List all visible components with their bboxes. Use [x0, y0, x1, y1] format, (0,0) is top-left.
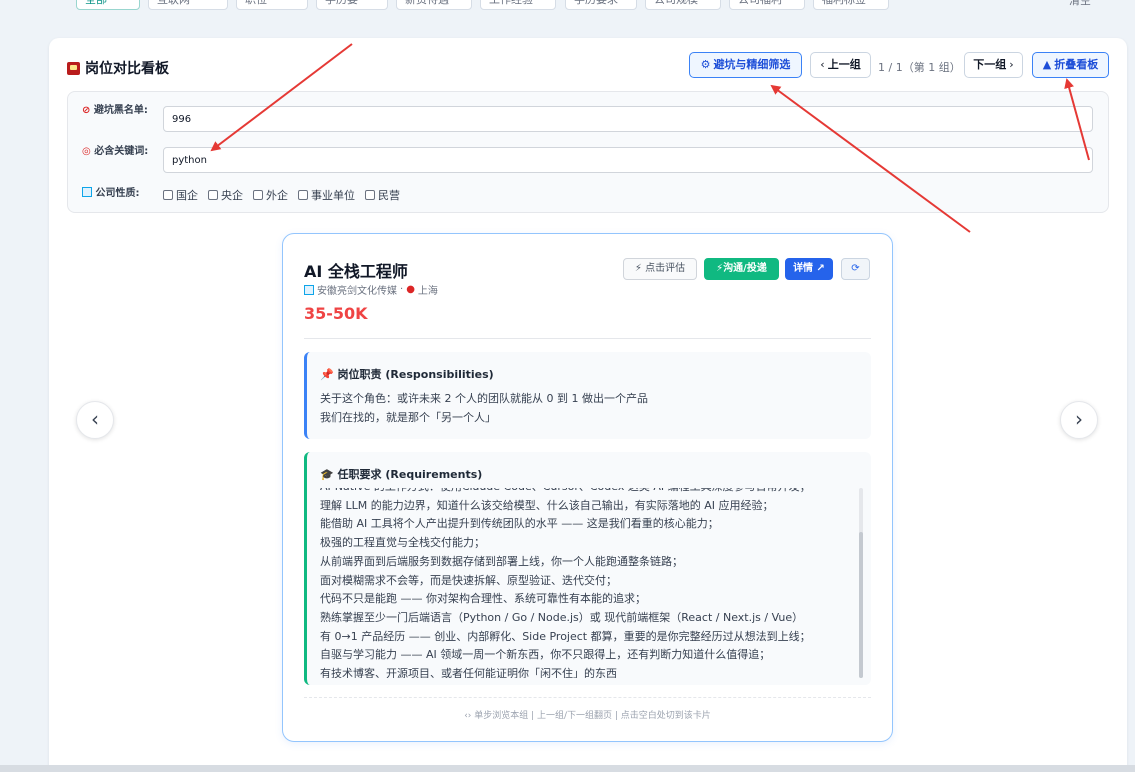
board-title-text: 岗位对比看板 [85, 61, 169, 77]
pitfall-filter-label: 避坑与精细筛选 [713, 58, 791, 71]
keyword-input[interactable] [163, 147, 1093, 173]
top-chip-benefits[interactable]: 公司福利 [729, 0, 805, 10]
blacklist-input[interactable] [163, 106, 1093, 132]
chevron-right-icon: › [1075, 407, 1083, 431]
checkbox[interactable] [163, 190, 173, 200]
prev-group-label: 上一组 [827, 58, 861, 71]
next-group-button[interactable]: 下一组 › [964, 52, 1023, 78]
chevron-left-icon: ‹ [820, 58, 825, 71]
type-option-foreign[interactable]: 外企 [253, 187, 288, 203]
chevron-right-icon: › [1009, 58, 1014, 71]
checkbox[interactable] [253, 190, 263, 200]
next-card-arrow[interactable]: › [1060, 401, 1098, 439]
requirement-line: AI-Native 的工作方式：使用Claude Code、Cursor、Cod… [320, 488, 811, 497]
top-chip-position[interactable]: 职位 [236, 0, 308, 10]
triangle-up-icon: ▲ [1042, 58, 1052, 71]
board-icon [67, 61, 80, 75]
company-name: 安徽亮剑文化传媒 [317, 286, 397, 297]
company-type-options: 国企 央企 外企 事业单位 民营 [163, 187, 400, 203]
requirement-line: 熟练掌握至少一门后端语言（Python / Go / Node.js）或 现代前… [320, 610, 804, 624]
scrollbar-thumb[interactable] [859, 532, 863, 678]
requirement-line: 代码不只是能跑 —— 你对架构合理性、系统可靠性有本能的追求； [320, 592, 646, 606]
card-footer-hint: ‹› 单步浏览本组 | 上一组/下一组翻页 | 点击空白处切到该卡片 [304, 697, 871, 721]
requirements-scrollbar[interactable] [859, 488, 863, 678]
collapse-board-button[interactable]: ▲ 折叠看板 [1032, 52, 1109, 78]
checkbox[interactable] [208, 190, 218, 200]
filter-panel: ⊘ 避坑黑名单: ◎ 必含关键词: 公司性质: 国企 央企 外企 事业单位 民营 [67, 91, 1109, 213]
page-indicator: 1 / 1（第 1 组） [878, 61, 961, 74]
company-type-label: 公司性质: [82, 187, 162, 201]
target-icon: ◎ [82, 146, 91, 157]
requirement-line: 有 0→1 产品经历 —— 创业、内部孵化、Side Project 都算，重要… [320, 629, 811, 643]
evaluate-button[interactable]: ⚡ 点击评估 [623, 258, 697, 280]
card-divider [304, 338, 871, 339]
graduation-cap-icon: 🎓 [320, 468, 334, 481]
top-chip-tags[interactable]: 福利标签 [813, 0, 889, 10]
responsibilities-section: 📌 岗位职责 (Responsibilities) 关于这个角色：或许未来 2 … [304, 352, 871, 439]
prev-card-arrow[interactable]: ‹ [76, 401, 114, 439]
keyword-label: ◎ 必含关键词: [82, 146, 149, 157]
requirements-list: AI-Native 的工作方式：使用Claude Code、Cursor、Cod… [320, 488, 811, 678]
prohibited-icon: ⊘ [82, 105, 91, 116]
pitfall-filter-button[interactable]: ⚙ 避坑与精细筛选 [689, 52, 802, 78]
next-group-label: 下一组 [973, 58, 1007, 71]
requirements-section: 🎓 任职要求 (Requirements) AI-Native 的工作方式：使用… [304, 452, 871, 685]
top-chip-internet[interactable]: 互联网 [148, 0, 228, 10]
top-chip-all[interactable]: 全部 [76, 0, 140, 10]
apply-button[interactable]: ⚡沟通/投递 [704, 258, 779, 280]
top-filter-strip: 全部 互联网 职位 学历要 薪资待遇 工作经验 学历要求 公司规模 公司福利 福… [0, 0, 1135, 14]
building-icon [82, 187, 92, 197]
requirement-line: 能借助 AI 工具将个人产出提升到传统团队的水平 —— 这是我们看重的核心能力； [320, 517, 719, 531]
type-option-soe[interactable]: 国企 [163, 187, 198, 203]
pin-icon: ● [406, 284, 415, 295]
top-chip-scale[interactable]: 公司规模 [645, 0, 721, 10]
gear-icon: ⚙ [700, 58, 711, 71]
checkbox[interactable] [365, 190, 375, 200]
horizontal-scrollbar[interactable] [0, 765, 1135, 772]
refresh-icon: ⟳ [851, 263, 860, 274]
responsibility-line: 关于这个角色：或许未来 2 个人的团队就能从 0 到 1 做出一个产品 [320, 392, 648, 405]
top-chip-salary[interactable]: 薪资待遇 [396, 0, 472, 10]
pushpin-icon: 📌 [320, 368, 334, 381]
blacklist-label: ⊘ 避坑黑名单: [82, 105, 148, 116]
requirement-line: 有技术博客、开源项目、或者任何能证明你「闲不住」的东西 [320, 667, 617, 678]
requirement-line: 自驱与学习能力 —— AI 领域一周一个新东西，你不只跟得上，还有判断力知道什么… [320, 648, 771, 662]
requirement-line: 理解 LLM 的能力边界，知道什么该交给模型、什么该自己输出，有实际落地的 AI… [320, 498, 774, 512]
top-chip-experience[interactable]: 工作经验 [480, 0, 556, 10]
requirement-line: 极强的工程直觉与全栈交付能力； [320, 536, 485, 550]
meta-separator: · [400, 284, 404, 295]
responsibility-line: 我们在找的，就是那个「另一个人」 [320, 411, 496, 424]
requirements-heading: 🎓 任职要求 (Requirements) [320, 468, 483, 481]
board-title: 岗位对比看板 [67, 58, 169, 78]
requirement-line: 从前端界面到后端服务到数据存储到部署上线，你一个人能跑通整条链路； [320, 554, 683, 568]
type-option-central-soe[interactable]: 央企 [208, 187, 243, 203]
type-option-public-institution[interactable]: 事业单位 [298, 187, 355, 203]
building-icon [304, 284, 314, 295]
top-clear-link[interactable]: 清空 [1069, 0, 1091, 8]
job-title: AI 全栈工程师 [304, 262, 408, 281]
responsibilities-body: 关于这个角色：或许未来 2 个人的团队就能从 0 到 1 做出一个产品 我们在找… [320, 389, 648, 427]
top-chip-degree[interactable]: 学历要求 [565, 0, 637, 10]
prev-group-button[interactable]: ‹ 上一组 [810, 52, 871, 78]
top-chip-education[interactable]: 学历要 [316, 0, 388, 10]
lightning-icon: ⚡ [634, 263, 642, 274]
collapse-board-label: 折叠看板 [1054, 58, 1099, 71]
job-city: 上海 [417, 286, 438, 297]
chevron-left-icon: ‹ [91, 407, 99, 431]
comparison-board: 岗位对比看板 ⚙ 避坑与精细筛选 ‹ 上一组 1 / 1（第 1 组） 下一组 › ▲… [49, 38, 1127, 772]
detail-button[interactable]: 详情 ↗ [785, 258, 833, 280]
salary: 35-50K [304, 304, 368, 323]
requirement-line: 面对模糊需求不会等，而是快速拆解、原型验证、迭代交付； [320, 573, 617, 587]
checkbox[interactable] [298, 190, 308, 200]
type-option-private[interactable]: 民营 [365, 187, 400, 203]
requirements-scroll-area[interactable]: AI-Native 的工作方式：使用Claude Code、Cursor、Cod… [320, 488, 856, 678]
job-meta: 安徽亮剑文化传媒 · ● 上海 [304, 282, 438, 297]
refresh-button[interactable]: ⟳ [841, 258, 870, 280]
responsibilities-heading: 📌 岗位职责 (Responsibilities) [320, 368, 494, 381]
job-card[interactable]: AI 全栈工程师 安徽亮剑文化传媒 · ● 上海 35-50K ⚡ 点击评估 ⚡… [282, 233, 893, 742]
